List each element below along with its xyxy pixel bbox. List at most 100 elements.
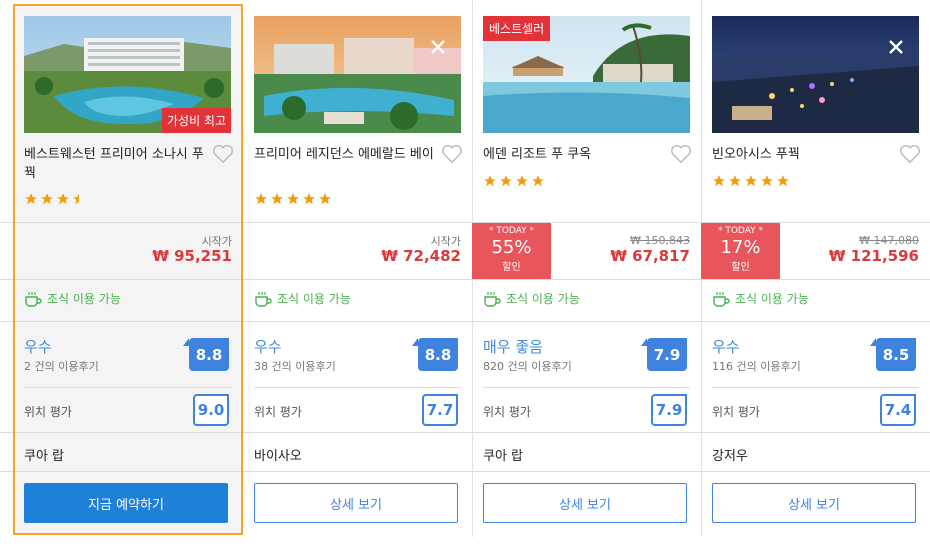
discount-percent: 55%: [491, 237, 532, 258]
breakfast-info: 조식 이용 가능: [24, 290, 121, 307]
star-icon: [303, 193, 315, 205]
heart-icon[interactable]: [441, 144, 463, 164]
area-name: 바이사오: [254, 449, 302, 464]
star-icon: [319, 193, 331, 205]
price: ₩ 121,596: [828, 247, 919, 265]
breakfast-label: 조식 이용 가능: [506, 292, 580, 306]
best-value-badge: 가성비 최고: [161, 108, 231, 133]
star-icon: [777, 175, 789, 187]
review-count[interactable]: 38 건의 이용후기: [254, 358, 336, 374]
rating-word: 매우 좋음: [483, 338, 543, 356]
star-icon: [271, 193, 283, 205]
breakfast-cup-icon: [713, 291, 730, 307]
bestseller-badge: 베스트셀러: [483, 16, 551, 41]
heart-icon[interactable]: [670, 144, 692, 164]
star-icon: [729, 175, 741, 187]
location-score: 7.9: [651, 394, 687, 426]
close-icon[interactable]: [885, 36, 907, 58]
breakfast-cup-icon: [25, 291, 42, 307]
hotel-card: 베스트셀러 에덴 리조트 푸 쿠옥 * TODAY * 55% 할인 ₩ 150…: [472, 0, 701, 547]
area-name: 쿠아 랍: [24, 449, 65, 464]
heart-icon[interactable]: [212, 144, 234, 164]
area-name: 쿠아 랍: [483, 449, 524, 464]
book-now-button[interactable]: 지금 예약하기: [24, 483, 228, 523]
review-count[interactable]: 116 건의 이용후기: [712, 358, 801, 374]
hotel-photo[interactable]: 가성비 최고: [24, 16, 231, 133]
hotel-name[interactable]: 에덴 리조트 푸 쿠옥: [483, 145, 663, 164]
breakfast-label: 조식 이용 가능: [277, 292, 351, 306]
star-icon: [25, 193, 37, 205]
hotel-photo[interactable]: [712, 16, 919, 133]
hotel-photo[interactable]: [254, 16, 461, 133]
star-icon: [255, 193, 267, 205]
price: ₩ 67,817: [610, 247, 690, 265]
original-price: ₩ 147,080: [859, 234, 919, 247]
hotel-name[interactable]: 프리미어 레지던스 에메랄드 베이: [254, 145, 434, 164]
hotel-card: 빈오아시스 푸꿕 * TODAY * 17% 할인 ₩ 147,080 ₩ 12…: [701, 0, 930, 547]
location-label: 위치 평가: [483, 405, 531, 419]
star-icon: [57, 193, 69, 205]
divider: [24, 387, 232, 388]
breakfast-info: 조식 이용 가능: [254, 290, 351, 307]
today-deal-badge: * TODAY * 17% 할인: [701, 223, 780, 279]
star-rating: [254, 192, 332, 210]
price: ₩ 72,482: [381, 247, 461, 265]
location-score: 9.0: [193, 394, 229, 426]
view-details-button[interactable]: 상세 보기: [254, 483, 458, 523]
location-score: 7.7: [422, 394, 458, 426]
rating-word: 우수: [712, 338, 740, 356]
discount-percent: 17%: [720, 237, 761, 258]
star-icon: [745, 175, 757, 187]
location-score: 7.4: [880, 394, 916, 426]
hotel-photo[interactable]: 베스트셀러: [483, 16, 690, 133]
star-icon: [713, 175, 725, 187]
review-score: 8.8: [183, 338, 229, 371]
star-icon: [484, 175, 496, 187]
original-price: ₩ 150,843: [630, 234, 690, 247]
view-details-button[interactable]: 상세 보기: [712, 483, 916, 523]
breakfast-info: 조식 이용 가능: [483, 290, 580, 307]
hotel-comparison: 가성비 최고 베스트웨스턴 프리미어 소나시 푸꿕 시작가 ₩ 95,251 조…: [0, 0, 930, 547]
star-rating: [24, 192, 86, 210]
star-rating: [712, 174, 790, 192]
hotel-card: 프리미어 레지던스 에메랄드 베이 시작가 ₩ 72,482 조식 이용 가능 …: [243, 0, 472, 547]
location-label: 위치 평가: [24, 405, 72, 419]
star-icon: [532, 175, 544, 187]
hotel-card: 가성비 최고 베스트웨스턴 프리미어 소나시 푸꿕 시작가 ₩ 95,251 조…: [13, 0, 243, 547]
today-label: * TODAY *: [488, 226, 535, 236]
breakfast-cup-icon: [484, 291, 501, 307]
rating-word: 우수: [24, 338, 52, 356]
view-details-button[interactable]: 상세 보기: [483, 483, 687, 523]
discount-label: 할인: [731, 262, 750, 273]
divider: [483, 387, 690, 388]
star-icon: [761, 175, 773, 187]
discount-label: 할인: [502, 262, 521, 273]
hotel-name[interactable]: 빈오아시스 푸꿕: [712, 145, 892, 164]
area-name: 강저우: [712, 449, 748, 464]
breakfast-cup-icon: [255, 291, 272, 307]
today-deal-badge: * TODAY * 55% 할인: [472, 223, 551, 279]
star-icon: [500, 175, 512, 187]
heart-icon[interactable]: [899, 144, 921, 164]
review-count[interactable]: 820 건의 이용후기: [483, 358, 572, 374]
star-icon: [41, 193, 53, 205]
divider: [254, 387, 461, 388]
breakfast-info: 조식 이용 가능: [712, 290, 809, 307]
star-rating: [483, 174, 545, 192]
today-label: * TODAY *: [717, 226, 764, 236]
breakfast-label: 조식 이용 가능: [735, 292, 809, 306]
location-label: 위치 평가: [712, 405, 760, 419]
review-count[interactable]: 2 건의 이용후기: [24, 358, 99, 374]
half-star-icon: [73, 193, 79, 205]
review-score: 8.8: [412, 338, 458, 371]
star-icon: [516, 175, 528, 187]
rating-word: 우수: [254, 338, 282, 356]
hotel-name[interactable]: 베스트웨스턴 프리미어 소나시 푸꿕: [24, 145, 204, 183]
star-icon: [287, 193, 299, 205]
price: ₩ 95,251: [152, 247, 232, 265]
review-score: 7.9: [641, 338, 687, 371]
close-icon[interactable]: [427, 36, 449, 58]
breakfast-label: 조식 이용 가능: [47, 292, 121, 306]
review-score: 8.5: [870, 338, 916, 371]
divider: [712, 387, 919, 388]
